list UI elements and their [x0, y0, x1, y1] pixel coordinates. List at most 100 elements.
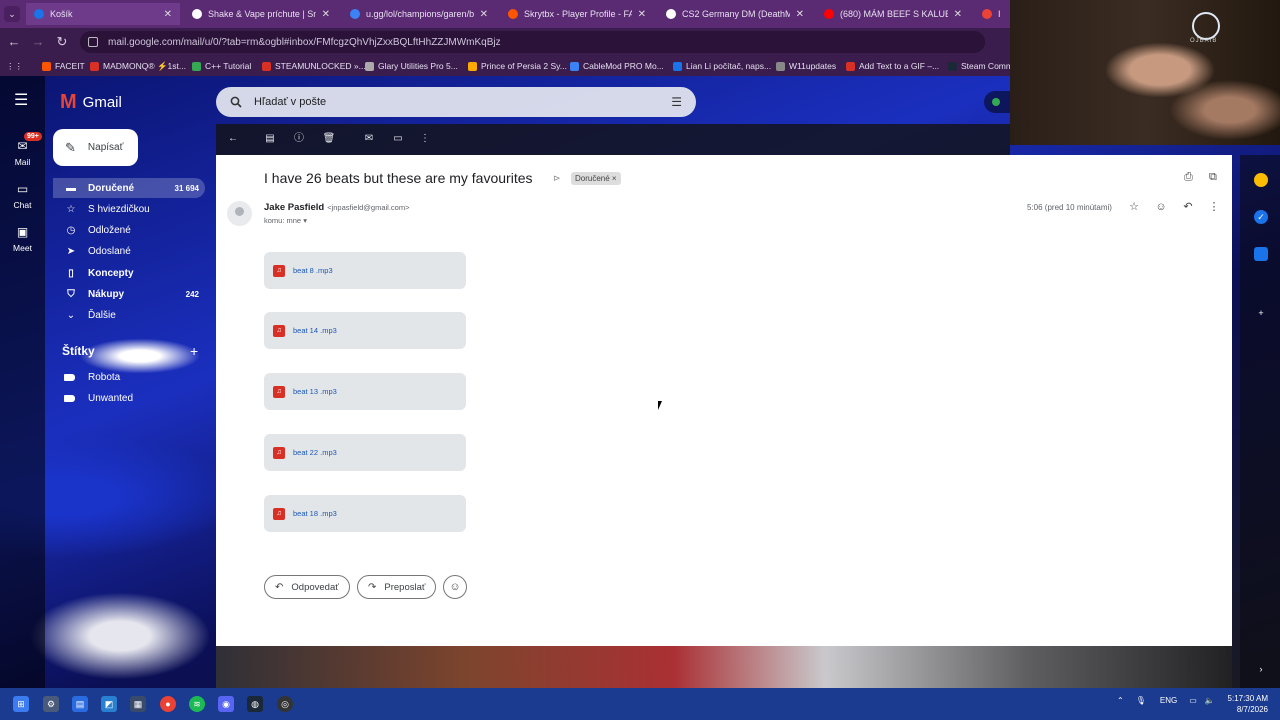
language-indicator[interactable]: ENG: [1160, 696, 1177, 705]
bookmark-item[interactable]: Steam Comm: [948, 59, 1013, 73]
recipient-line[interactable]: komu: mne ▾: [264, 216, 307, 225]
contacts-icon[interactable]: [1254, 247, 1268, 261]
discord-icon[interactable]: ◉: [218, 696, 234, 712]
start-icon[interactable]: ⊞: [13, 696, 29, 712]
store-icon[interactable]: ▦: [130, 696, 146, 712]
attachment-chip[interactable]: ♫ beat 13 .mp3: [264, 373, 466, 410]
label-item[interactable]: Unwanted: [64, 393, 133, 404]
settings-icon[interactable]: ⚙: [43, 696, 59, 712]
bookmark-item[interactable]: W11updates: [776, 59, 836, 73]
nav-item-snoozed[interactable]: ◷ Odložené: [53, 220, 205, 240]
bookmark-item[interactable]: Add Text to a GIF –...: [846, 59, 939, 73]
browser-tab[interactable]: u.gg/lol/champions/garen/bu ✕: [342, 3, 496, 25]
add-addon-icon[interactable]: +: [1254, 306, 1268, 320]
browser-tab[interactable]: CS2 Germany DM (DeathMatch) ✕: [658, 3, 812, 25]
label-item[interactable]: Robota: [64, 372, 120, 383]
chevron-down-icon[interactable]: ▾: [303, 216, 307, 225]
nav-item-inbox[interactable]: ▬ Doručené 31 694: [53, 178, 205, 198]
emoji-react-button[interactable]: ☺: [443, 575, 467, 599]
close-tab-icon[interactable]: ✕: [954, 9, 962, 20]
nav-item-sent[interactable]: ➤ Odoslané: [53, 241, 205, 261]
bookmark-item[interactable]: CableMod PRO Mo...: [570, 59, 664, 73]
search-input[interactable]: Hľadať v pošte: [254, 96, 326, 108]
chevron-up-icon[interactable]: ⌃: [1117, 696, 1124, 705]
volume-icon[interactable]: 🔈: [1205, 696, 1215, 705]
apps-icon[interactable]: ⋮⋮: [6, 59, 23, 73]
bookmark-item[interactable]: C++ Tutorial: [192, 59, 251, 73]
browser-tab[interactable]: (680) MÁM BEEF S KALUBOU ✕: [816, 3, 970, 25]
expand-panel-icon[interactable]: ›: [1254, 662, 1268, 676]
importance-marker-icon[interactable]: ⊳: [553, 173, 561, 184]
search-options-icon[interactable]: ☰: [671, 95, 682, 109]
bookmark-item[interactable]: FACEIT: [42, 59, 85, 73]
attachment-chip[interactable]: ♫ beat 8 .mp3: [264, 252, 466, 289]
notepad-icon[interactable]: ▤: [72, 696, 88, 712]
close-tab-icon[interactable]: ✕: [796, 9, 804, 20]
sender-name[interactable]: Jake Pasfield: [264, 202, 324, 213]
chrome-icon[interactable]: ●: [160, 696, 176, 712]
close-tab-icon[interactable]: ✕: [164, 9, 172, 20]
tasks-icon[interactable]: ✓: [1254, 210, 1268, 224]
taskbar-clock[interactable]: 5:17:30 AM 8/7/2026: [1222, 693, 1268, 715]
browser-tab[interactable]: Skrytbx - Player Profile - FACEIT ✕: [500, 3, 654, 25]
compose-button[interactable]: ✎ Napísať: [53, 129, 138, 166]
status-indicator[interactable]: [984, 91, 1010, 113]
attachment-chip[interactable]: ♫ beat 22 .mp3: [264, 434, 466, 471]
photos-icon[interactable]: ◩: [101, 696, 117, 712]
emoji-reaction-icon[interactable]: ☺: [1154, 200, 1168, 214]
close-tab-icon[interactable]: ✕: [322, 9, 330, 20]
microphone-icon[interactable]: 🎙: [1136, 696, 1146, 705]
more-options-icon[interactable]: ⋮: [1207, 200, 1221, 214]
more-options-icon[interactable]: ⋮: [418, 132, 432, 146]
address-bar[interactable]: mail.google.com/mail/u/0/?tab=rm&ogbl#in…: [80, 31, 985, 53]
delete-icon[interactable]: 🗑: [322, 132, 336, 146]
site-info-icon[interactable]: [88, 37, 98, 47]
nav-item-purchases[interactable]: ⛉ Nákupy 242: [53, 284, 205, 304]
browser-tab[interactable]: Košík ✕: [26, 3, 180, 25]
spotify-icon[interactable]: ≋: [189, 696, 205, 712]
search-icon[interactable]: [230, 96, 242, 108]
print-icon[interactable]: ⎙: [1184, 171, 1193, 184]
forward-button[interactable]: ↷ Preposlať: [357, 575, 437, 599]
obs-icon[interactable]: ◎: [277, 696, 293, 712]
tab-search-button[interactable]: ⌄: [4, 6, 20, 22]
main-menu-icon[interactable]: ☰: [14, 93, 32, 109]
report-spam-icon[interactable]: ⓘ: [292, 132, 306, 146]
sender-avatar[interactable]: [227, 201, 252, 226]
open-new-window-icon[interactable]: ⧉: [1209, 171, 1217, 184]
rail-meet[interactable]: ▣ Meet: [0, 224, 45, 253]
remove-label-icon[interactable]: ×: [612, 174, 617, 183]
inbox-label-chip[interactable]: Doručené ×: [571, 172, 621, 185]
nav-item-starred[interactable]: ☆ S hviezdičkou: [53, 199, 205, 219]
archive-icon[interactable]: ▤: [263, 132, 277, 146]
attachment-chip[interactable]: ♫ beat 14 .mp3: [264, 312, 466, 349]
network-icon[interactable]: ▭: [1189, 696, 1197, 705]
bookmark-item[interactable]: STEAMUNLOCKED »...: [262, 59, 366, 73]
bookmark-item[interactable]: MADMONQ® ⚡1st...: [90, 59, 186, 73]
nav-item-drafts[interactable]: ▯ Koncepty: [53, 263, 205, 283]
steam-icon[interactable]: ◍: [247, 696, 263, 712]
star-icon[interactable]: ☆: [1127, 200, 1141, 214]
search-bar[interactable]: Hľadať v pošte ☰: [216, 87, 696, 117]
keep-icon[interactable]: [1254, 173, 1268, 187]
back-to-inbox-icon[interactable]: ←: [226, 132, 240, 146]
add-label-icon[interactable]: +: [190, 343, 198, 359]
close-tab-icon[interactable]: ✕: [480, 9, 488, 20]
nav-item-more[interactable]: ⌄ Ďalšie: [53, 305, 205, 325]
reload-icon[interactable]: ↻: [54, 34, 70, 50]
gmail-logo[interactable]: M Gmail: [60, 91, 122, 113]
browser-tab[interactable]: Shake & Vape príchute | Snade ✕: [184, 3, 338, 25]
mark-unread-icon[interactable]: ✉: [362, 132, 376, 146]
rail-mail[interactable]: ✉ Mail: [0, 138, 45, 167]
close-tab-icon[interactable]: ✕: [638, 9, 646, 20]
forward-icon[interactable]: →: [30, 34, 46, 50]
browser-tab[interactable]: I ha: [974, 3, 1010, 25]
reply-button[interactable]: ↶ Odpovedať: [264, 575, 350, 599]
back-icon[interactable]: ←: [6, 34, 22, 50]
rail-chat[interactable]: ▭ Chat: [0, 181, 45, 210]
reply-icon[interactable]: ↶: [1181, 200, 1195, 214]
bookmark-item[interactable]: Glary Utilities Pro 5...: [365, 59, 458, 73]
attachment-chip[interactable]: ♫ beat 18 .mp3: [264, 495, 466, 532]
move-to-icon[interactable]: ▭: [391, 132, 405, 146]
bookmark-item[interactable]: Prince of Persia 2 Sy...: [468, 59, 567, 73]
